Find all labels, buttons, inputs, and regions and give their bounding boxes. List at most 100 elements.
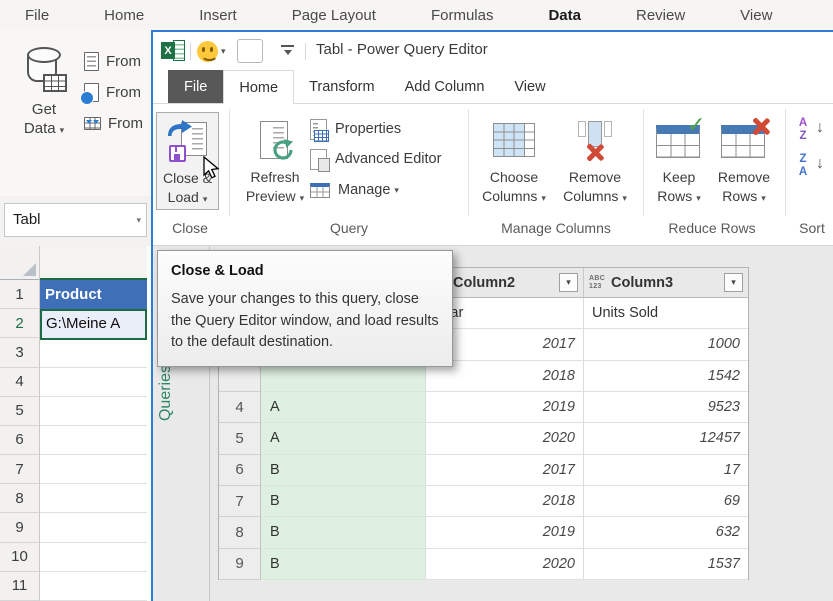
keep-rows-button[interactable]: Keep Rows [650, 112, 708, 210]
pq-tab-file[interactable]: File [168, 70, 223, 104]
manage-button[interactable]: Manage [310, 178, 399, 202]
smiley-feedback-icon[interactable] [197, 41, 218, 62]
filter-button[interactable] [559, 273, 578, 292]
excel-tab-review[interactable]: Review [636, 7, 685, 24]
row-header-4[interactable]: 4 [0, 368, 40, 397]
row-header-5[interactable]: 5 [0, 397, 40, 426]
pq-tab-add-column[interactable]: Add Column [390, 70, 500, 104]
grid-cell-column3[interactable]: 1537 [584, 549, 748, 580]
grid-cell-column3[interactable]: 9523 [584, 392, 748, 423]
select-all-corner[interactable] [0, 246, 40, 280]
from-button[interactable]: From [84, 46, 143, 77]
excel-tab-file[interactable]: File [25, 7, 49, 24]
grid-cell-column1[interactable]: B [261, 486, 426, 517]
grid-cell-column3[interactable]: 1542 [584, 361, 748, 392]
sort-za-icon [797, 153, 809, 179]
quick-access-blank-icon[interactable] [237, 39, 263, 63]
row-header-11[interactable]: 11 [0, 572, 40, 601]
dropdown-caret-icon [394, 185, 399, 196]
grid-cell-column2[interactable]: 2017 [426, 455, 584, 486]
excel-tab-page-layout[interactable]: Page Layout [292, 7, 376, 24]
grid-row-header[interactable]: 5 [219, 423, 261, 454]
excel-tab-insert[interactable]: Insert [199, 7, 237, 24]
grid-cell-column3[interactable]: 12457 [584, 423, 748, 454]
choose-columns-button[interactable]: Choose Columns [478, 112, 550, 210]
advanced-editor-button[interactable]: Advanced Editor [310, 147, 441, 171]
excel-tab-data[interactable]: Data [548, 7, 581, 24]
name-box[interactable]: Tabl [4, 203, 147, 237]
excel-tab-formulas[interactable]: Formulas [431, 7, 494, 24]
pq-tab-transform[interactable]: Transform [294, 70, 390, 104]
sort-ascending-button[interactable] [795, 116, 827, 146]
grid-cell-column2[interactable]: 2019 [426, 517, 584, 548]
excel-ribbon-tab-bar: File Home Insert Page Layout Formulas Data Rev… [0, 0, 833, 30]
cell[interactable] [40, 484, 147, 513]
column3-header-label: Column3 [611, 275, 673, 291]
cell[interactable] [40, 513, 147, 542]
grid-cell-column3[interactable]: Units Sold [584, 298, 748, 329]
grid-row-header[interactable]: 7 [219, 486, 261, 517]
remove-rows-button[interactable]: Remove Rows [712, 112, 776, 210]
grid-row-header[interactable]: 4 [219, 392, 261, 423]
grid-cell-column3[interactable]: 69 [584, 486, 748, 517]
grid-cell-column1[interactable]: B [261, 549, 426, 580]
cell[interactable] [40, 338, 147, 367]
row-header-3[interactable]: 3 [0, 338, 40, 367]
dropdown-caret-icon [541, 193, 546, 203]
save-floppy-icon [169, 145, 186, 162]
divider [190, 43, 191, 60]
row-header-1[interactable]: 1 [0, 280, 40, 309]
grid-cell-column1[interactable]: A [261, 423, 426, 454]
row-header-6[interactable]: 6 [0, 426, 40, 455]
grid-cell-column1[interactable]: B [261, 455, 426, 486]
grid-cell-column2[interactable]: 2020 [426, 549, 584, 580]
grid-cell-column2[interactable]: 2020 [426, 423, 584, 454]
grid-row-header[interactable]: 6 [219, 455, 261, 486]
grid-cell-column3[interactable]: 632 [584, 517, 748, 548]
cell[interactable] [40, 368, 147, 397]
queries-pane-collapsed[interactable]: Queries [151, 358, 201, 428]
keep-rows-label-line2: Rows [657, 188, 692, 204]
cell-selected[interactable]: G:\Meine A [40, 309, 147, 340]
row-header-2[interactable]: 2 [0, 309, 40, 338]
remove-columns-button[interactable]: Remove Columns [553, 112, 637, 210]
cell[interactable] [40, 397, 147, 426]
excel-ribbon: Get Data FromFromFrom [0, 30, 151, 196]
grid-cell-column2[interactable]: 2018 [426, 486, 584, 517]
blue-arrow-icon [165, 120, 193, 138]
pq-tab-view[interactable]: View [499, 70, 560, 104]
cell[interactable] [40, 572, 147, 601]
grid-row-header[interactable]: 8 [219, 517, 261, 548]
title-bar[interactable]: Tabl - Power Query Editor [153, 32, 833, 70]
cell[interactable] [40, 455, 147, 484]
cell[interactable] [40, 543, 147, 572]
excel-tab-home[interactable]: Home [104, 7, 144, 24]
grid-cell-column3[interactable]: 1000 [584, 329, 748, 360]
properties-button[interactable]: Properties [310, 117, 401, 141]
row-header-8[interactable]: 8 [0, 484, 40, 513]
group-divider [468, 109, 469, 216]
customize-quick-access-toolbar-icon[interactable] [281, 45, 294, 55]
refresh-preview-button[interactable]: Refresh Preview [236, 112, 314, 210]
cell[interactable] [40, 426, 147, 455]
row-header-10[interactable]: 10 [0, 543, 40, 572]
filter-button[interactable] [724, 273, 743, 292]
pq-tab-home[interactable]: Home [223, 70, 294, 104]
cell-product-header[interactable]: Product [40, 280, 147, 310]
row-header-9[interactable]: 9 [0, 513, 40, 542]
get-data-button[interactable]: Get Data [12, 48, 76, 140]
sort-descending-button[interactable] [795, 152, 827, 182]
grid-row-header[interactable]: 9 [219, 549, 261, 580]
row-header-7[interactable]: 7 [0, 455, 40, 484]
excel-tab-view[interactable]: View [740, 7, 772, 24]
grid-cell-column1[interactable]: A [261, 392, 426, 423]
grid-cell-column1[interactable]: B [261, 517, 426, 548]
database-icon [27, 48, 61, 88]
from-button[interactable]: From [84, 77, 143, 108]
from-button[interactable]: From [84, 108, 143, 139]
column-a-header[interactable] [40, 246, 147, 280]
grid-cell-column2[interactable]: 2019 [426, 392, 584, 423]
grid-cell-column3[interactable]: 17 [584, 455, 748, 486]
column3-header[interactable]: Column3 [584, 268, 748, 298]
remove-columns-icon [575, 121, 615, 159]
